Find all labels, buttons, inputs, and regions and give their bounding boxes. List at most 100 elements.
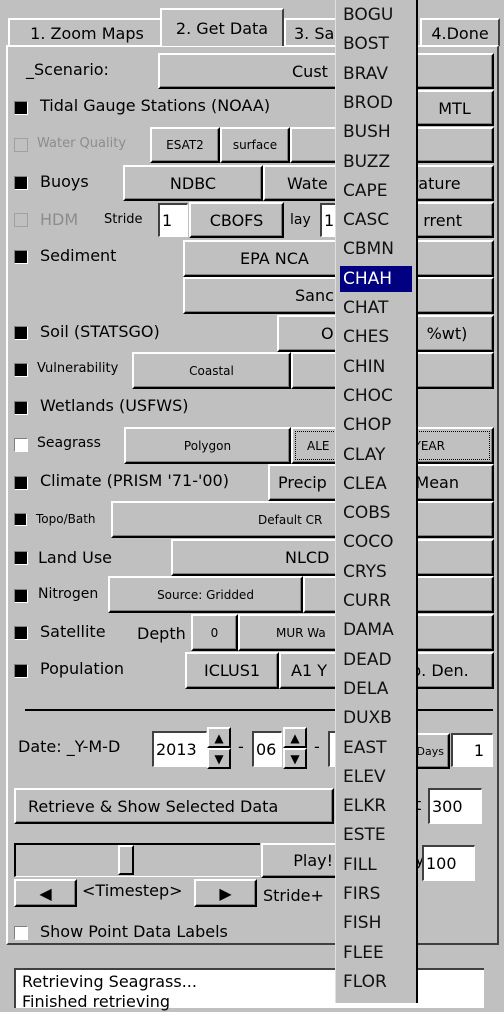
topo-source-button[interactable]: Default CR	[111, 501, 494, 538]
dropdown-item[interactable]: CURR	[340, 588, 412, 614]
dropdown-item[interactable]: CLAY	[340, 442, 412, 468]
dropdown-item[interactable]: COBS	[340, 500, 412, 526]
dropdown-item[interactable]: ELKR	[340, 793, 412, 819]
month-spinner[interactable]: ▲ ▼	[283, 727, 307, 769]
vulnerability-type-button[interactable]: Coastal	[132, 352, 291, 389]
dropdown-item[interactable]: FILL	[340, 852, 412, 878]
climate-checkbox[interactable]	[14, 476, 28, 490]
timestep-forward-button[interactable]: ▶	[194, 879, 257, 907]
hdm-stride-label: Stride	[104, 212, 143, 227]
date-label: Date: _Y-M-D	[18, 737, 121, 756]
hdm-model-button[interactable]: CBOFS	[189, 202, 284, 238]
population-checkbox[interactable]	[14, 664, 28, 678]
water-quality-layer-button[interactable]: surface	[220, 127, 290, 163]
sediment-checkbox[interactable]	[14, 250, 28, 264]
stride-label[interactable]: Stride+	[263, 886, 324, 905]
dropdown-item[interactable]: CBMN	[340, 236, 412, 262]
seagrass-checkbox[interactable]	[14, 438, 28, 452]
hdm-stride-input[interactable]: 1	[158, 203, 188, 237]
year-spinner[interactable]: ▲ ▼	[207, 727, 231, 769]
timestep-back-button[interactable]: ◀	[14, 879, 77, 907]
population-model-button[interactable]: ICLUS1	[185, 652, 279, 689]
dropdown-item[interactable]: DAMA	[340, 617, 412, 643]
right-arrow-icon: ▶	[219, 883, 232, 903]
dropdown-item[interactable]: DELA	[340, 676, 412, 702]
dropdown-item[interactable]: DEAD	[340, 647, 412, 673]
dropdown-item[interactable]: CAPE	[340, 178, 412, 204]
month-up-arrow-icon[interactable]: ▲	[283, 727, 307, 748]
dropdown-item[interactable]: FIRS	[340, 881, 412, 907]
dropdown-item[interactable]: CRYS	[340, 559, 412, 585]
tidal-label: Tidal Gauge Stations (NOAA)	[40, 96, 271, 115]
water-quality-source-button[interactable]: ESAT2	[150, 127, 220, 163]
speed-input[interactable]: 100	[422, 845, 475, 881]
soil-checkbox[interactable]	[14, 326, 28, 340]
year-up-arrow-icon[interactable]: ▲	[207, 727, 231, 748]
dropdown-item[interactable]: ELEV	[340, 764, 412, 790]
play-button[interactable]: Play!	[261, 843, 341, 878]
date-month-input[interactable]: 06	[252, 731, 282, 767]
left-arrow-icon: ◀	[39, 883, 52, 903]
topo-label: Topo/Bath	[36, 512, 96, 526]
dropdown-item[interactable]: CHAT	[340, 295, 412, 321]
dropdown-item[interactable]: FLEE	[340, 940, 412, 966]
buoys-source-button[interactable]: NDBC	[123, 165, 263, 201]
nitrogen-checkbox[interactable]	[14, 589, 28, 603]
dropdown-item[interactable]: FLOR	[340, 969, 412, 995]
dropdown-item[interactable]: BUZZ	[340, 149, 412, 175]
days-input[interactable]: 1	[451, 733, 493, 767]
separator	[25, 709, 493, 711]
dropdown-item[interactable]: DUXB	[340, 705, 412, 731]
dropdown-item[interactable]: CHES	[340, 324, 412, 350]
limit-input[interactable]: 300	[428, 788, 482, 824]
site-dropdown-list[interactable]: BOGU BOST BRAV BROD BUSH BUZZ CAPE CASC CBMN CHAH…	[335, 0, 418, 1003]
wetlands-checkbox[interactable]	[14, 401, 28, 415]
tab-done[interactable]: 4.Done	[420, 18, 500, 46]
hdm-checkbox[interactable]	[14, 213, 28, 227]
dropdown-item[interactable]: ESTE	[340, 822, 412, 848]
dropdown-item[interactable]: CHOC	[340, 383, 412, 409]
dropdown-item[interactable]: CASC	[340, 207, 412, 233]
seagrass-geometry-button[interactable]: Polygon	[124, 427, 291, 464]
topo-checkbox[interactable]	[14, 513, 27, 526]
buoys-checkbox[interactable]	[14, 176, 28, 190]
population-label: Population	[40, 659, 125, 678]
dropdown-item[interactable]: BRAV	[340, 61, 412, 87]
dropdown-item[interactable]: CHAH	[340, 265, 412, 292]
vulnerability-checkbox[interactable]	[14, 363, 28, 377]
dropdown-item[interactable]: FISH	[340, 910, 412, 936]
date-dash-1: -	[238, 737, 244, 756]
scenario-label: _Scenario:	[26, 60, 109, 79]
show-labels-checkbox[interactable]	[14, 926, 28, 940]
year-down-arrow-icon[interactable]: ▼	[207, 748, 231, 769]
month-down-arrow-icon[interactable]: ▼	[283, 748, 307, 769]
tidal-datum-button[interactable]: MTL	[415, 90, 494, 126]
dropdown-item[interactable]: CLEA	[340, 471, 412, 497]
soil-label: Soil (STATSGO)	[40, 322, 160, 341]
satellite-depth-button[interactable]: 0	[191, 614, 238, 651]
dropdown-item[interactable]: BROD	[340, 90, 412, 116]
dropdown-item[interactable]: EAST	[340, 735, 412, 761]
wetlands-label: Wetlands (USFWS)	[40, 396, 189, 415]
satellite-checkbox[interactable]	[14, 626, 28, 640]
nitrogen-source-button[interactable]: Source: Gridded	[108, 576, 303, 613]
timestep-slider[interactable]	[14, 843, 260, 877]
dropdown-item[interactable]: CHIN	[340, 354, 412, 380]
date-year-input[interactable]: 2013	[152, 731, 207, 767]
tidal-checkbox[interactable]	[14, 101, 28, 115]
slider-thumb[interactable]	[118, 845, 134, 875]
dropdown-item[interactable]: BOGU	[340, 2, 412, 28]
tab-zoom-maps[interactable]: 1. Zoom Maps	[8, 18, 166, 46]
water-quality-checkbox[interactable]	[14, 138, 28, 152]
scenario-select[interactable]: Cust	[158, 53, 494, 89]
land-use-checkbox[interactable]	[14, 551, 28, 565]
hdm-label: HDM	[40, 210, 79, 229]
nitrogen-label: Nitrogen	[38, 586, 99, 602]
land-use-source-button[interactable]: NLCD	[171, 539, 494, 576]
dropdown-item[interactable]: BOST	[340, 31, 412, 57]
dropdown-item[interactable]: CHOP	[340, 412, 412, 438]
dropdown-item[interactable]: COCO	[340, 529, 412, 555]
tab-get-data[interactable]: 2. Get Data	[160, 8, 284, 46]
retrieve-button[interactable]: Retrieve & Show Selected Data	[14, 788, 334, 824]
dropdown-item[interactable]: BUSH	[340, 119, 412, 145]
